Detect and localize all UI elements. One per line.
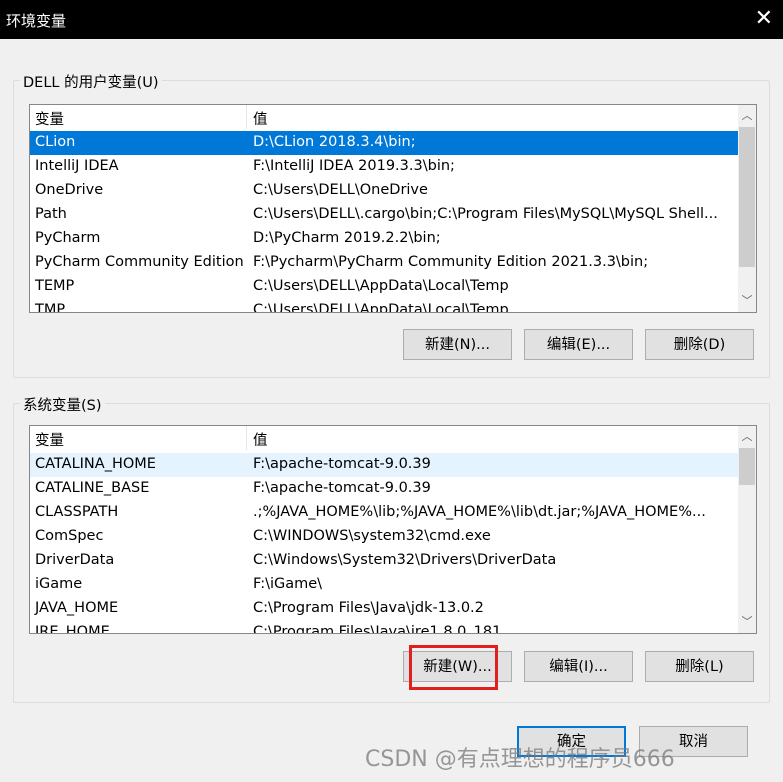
row-value: C:\Users\DELL\OneDrive xyxy=(253,182,428,198)
table-row[interactable]: iGame F:\iGame\ xyxy=(30,573,756,597)
row-value: C:\Users\DELL\AppData\Local\Temp xyxy=(253,302,509,313)
system-edit-button[interactable]: 编辑(I)... xyxy=(524,651,633,682)
row-value: D:\PyCharm 2019.2.2\bin; xyxy=(253,230,441,246)
row-name: PyCharm xyxy=(35,230,101,246)
row-value: .;%JAVA_HOME%\lib;%JAVA_HOME%\lib\dt.jar… xyxy=(253,504,706,520)
scroll-up-icon[interactable]: ︿ xyxy=(738,428,756,446)
row-name: CLASSPATH xyxy=(35,504,119,520)
close-icon[interactable]: ✕ xyxy=(755,6,773,32)
header-variable[interactable]: 变量 xyxy=(35,108,64,129)
row-name: TEMP xyxy=(35,278,75,294)
table-row[interactable]: ComSpec C:\WINDOWS\system32\cmd.exe xyxy=(30,525,756,549)
watermark: CSDN @有点理想的程序员666 xyxy=(365,747,675,772)
row-name: CATALINE_BASE xyxy=(35,480,150,496)
row-name: OneDrive xyxy=(35,182,104,198)
scroll-down-icon[interactable]: ﹀ xyxy=(738,613,756,631)
table-row[interactable]: Path C:\Users\DELL\.cargo\bin;C:\Program … xyxy=(30,203,756,227)
user-new-button[interactable]: 新建(N)... xyxy=(403,329,512,360)
table-row[interactable]: DriverData C:\Windows\System32\Drivers\Dr… xyxy=(30,549,756,573)
user-list-header: 变量 值 xyxy=(30,105,756,129)
table-row[interactable]: CATALINA_HOME F:\apache-tomcat-9.0.39 xyxy=(30,453,756,477)
row-name: iGame xyxy=(35,576,83,592)
row-value: C:\Program Files\Java\jdk-13.0.2 xyxy=(253,600,484,616)
row-name: JRE_HOME xyxy=(35,624,110,634)
user-delete-button[interactable]: 删除(D) xyxy=(645,329,754,360)
row-value: C:\Users\DELL\.cargo\bin;C:\Program File… xyxy=(253,206,718,222)
header-value[interactable]: 值 xyxy=(253,108,268,129)
row-value: F:\iGame\ xyxy=(253,576,323,592)
row-name: PyCharm Community Edition xyxy=(35,254,244,270)
row-value: F:\Pycharm\PyCharm Community Edition 202… xyxy=(253,254,649,270)
scrollbar-thumb[interactable] xyxy=(739,448,755,485)
system-delete-button[interactable]: 删除(L) xyxy=(645,651,754,682)
scrollbar-thumb[interactable] xyxy=(739,127,755,267)
table-row[interactable]: TMP C:\Users\DELL\AppData\Local\Temp xyxy=(30,299,756,313)
scroll-up-icon[interactable]: ︿ xyxy=(738,107,756,125)
table-row[interactable]: CLion D:\CLion 2018.3.4\bin; xyxy=(30,131,756,155)
row-value: C:\Windows\System32\Drivers\DriverData xyxy=(253,552,557,568)
row-name: TMP xyxy=(35,302,66,313)
table-row[interactable]: IntelliJ IDEA F:\IntelliJ IDEA 2019.3.3\b… xyxy=(30,155,756,179)
row-value: D:\CLion 2018.3.4\bin; xyxy=(253,134,416,150)
header-separator[interactable] xyxy=(246,426,247,450)
user-list-scrollbar[interactable]: ︿ ﹀ xyxy=(738,105,756,312)
title-bar: 环境变量 ✕ xyxy=(0,0,783,39)
header-variable[interactable]: 变量 xyxy=(35,429,64,450)
system-list-scrollbar[interactable]: ︿ ﹀ xyxy=(738,426,756,633)
row-name: DriverData xyxy=(35,552,115,568)
table-row[interactable]: PyCharm Community Edition F:\Pycharm\PyCh… xyxy=(30,251,756,275)
row-value: F:\apache-tomcat-9.0.39 xyxy=(253,456,431,472)
row-name: JAVA_HOME xyxy=(35,600,119,616)
row-value: C:\Program Files\Java\jre1.8.0_181 xyxy=(253,624,502,634)
user-variables-legend: DELL 的用户变量(U) xyxy=(20,71,162,92)
table-row[interactable]: CLASSPATH .;%JAVA_HOME%\lib;%JAVA_HOME%\l… xyxy=(30,501,756,525)
row-value: C:\Users\DELL\AppData\Local\Temp xyxy=(253,278,509,294)
highlight-annotation-box xyxy=(409,645,498,690)
user-variables-list[interactable]: 变量 值 CLion D:\CLion 2018.3.4\bin; Intelli… xyxy=(29,104,757,313)
row-name: IntelliJ IDEA xyxy=(35,158,119,174)
window-title: 环境变量 xyxy=(6,12,67,30)
header-separator[interactable] xyxy=(246,105,247,129)
table-row[interactable]: JAVA_HOME C:\Program Files\Java\jdk-13.0.… xyxy=(30,597,756,621)
row-name: Path xyxy=(35,206,67,222)
table-row[interactable]: TEMP C:\Users\DELL\AppData\Local\Temp xyxy=(30,275,756,299)
system-variables-legend: 系统变量(S) xyxy=(20,394,105,415)
table-row[interactable]: OneDrive C:\Users\DELL\OneDrive xyxy=(30,179,756,203)
row-name: ComSpec xyxy=(35,528,104,544)
user-edit-button[interactable]: 编辑(E)... xyxy=(524,329,633,360)
header-value[interactable]: 值 xyxy=(253,429,268,450)
row-name: CLion xyxy=(35,134,76,150)
scroll-down-icon[interactable]: ﹀ xyxy=(738,292,756,310)
system-list-header: 变量 值 xyxy=(30,426,756,450)
table-row[interactable]: PyCharm D:\PyCharm 2019.2.2\bin; xyxy=(30,227,756,251)
system-variables-list[interactable]: 变量 值 CATALINA_HOME F:\apache-tomcat-9.0.3… xyxy=(29,425,757,634)
table-row[interactable]: CATALINE_BASE F:\apache-tomcat-9.0.39 xyxy=(30,477,756,501)
row-value: F:\apache-tomcat-9.0.39 xyxy=(253,480,431,496)
row-name: CATALINA_HOME xyxy=(35,456,156,472)
row-value: F:\IntelliJ IDEA 2019.3.3\bin; xyxy=(253,158,455,174)
row-value: C:\WINDOWS\system32\cmd.exe xyxy=(253,528,491,544)
table-row[interactable]: JRE_HOME C:\Program Files\Java\jre1.8.0_1… xyxy=(30,621,756,634)
